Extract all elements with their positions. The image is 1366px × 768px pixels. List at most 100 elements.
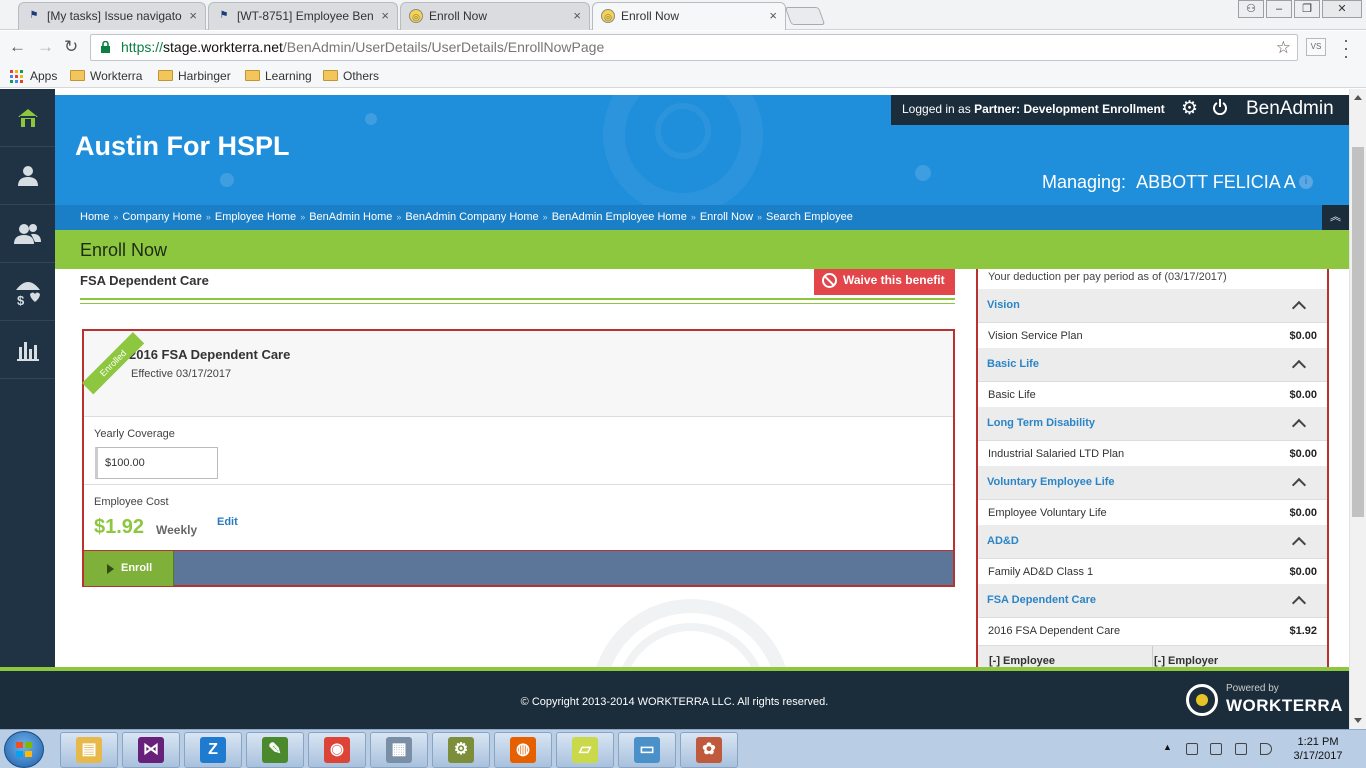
- restore-window-button[interactable]: ❐: [1294, 0, 1320, 18]
- browser-tab-my-tasks[interactable]: ⚑ [My tasks] Issue navigato ×: [18, 2, 206, 30]
- chevron-up-icon[interactable]: [1291, 359, 1307, 375]
- chevron-up-icon[interactable]: [1291, 418, 1307, 434]
- browser-menu-icon[interactable]: · · ·: [1343, 31, 1349, 65]
- summary-group-header[interactable]: AD&D: [978, 525, 1327, 559]
- breadcrumb-link[interactable]: BenAdmin Company Home: [405, 211, 538, 223]
- waive-benefit-button[interactable]: Waive this benefit: [814, 269, 955, 295]
- prohibited-icon: [822, 273, 837, 288]
- taskbar-app-paint[interactable]: ✿: [680, 732, 738, 768]
- nav-employees[interactable]: [0, 205, 55, 263]
- close-tab-icon[interactable]: ×: [573, 3, 581, 29]
- summary-group-header[interactable]: FSA Dependent Care: [978, 584, 1327, 618]
- network-icon[interactable]: [1235, 743, 1247, 755]
- summary-group: Vision Vision Service Plan $0.00: [978, 289, 1327, 348]
- taskbar-app-calculator[interactable]: ▦: [370, 732, 428, 768]
- summary-group-header[interactable]: Vision: [978, 289, 1327, 323]
- nav-employee[interactable]: [0, 147, 55, 205]
- scroll-up-icon[interactable]: [1354, 95, 1362, 100]
- breadcrumb-link[interactable]: BenAdmin Home: [309, 211, 392, 223]
- show-hidden-icons[interactable]: ▲: [1163, 742, 1172, 752]
- bookmark-label: Workterra: [90, 69, 143, 83]
- bookmark-apps[interactable]: Apps: [10, 68, 57, 84]
- edit-cost-link[interactable]: Edit: [217, 516, 238, 528]
- tray-device-icon[interactable]: [1210, 743, 1222, 755]
- scroll-down-icon[interactable]: [1354, 718, 1362, 723]
- chevron-up-icon[interactable]: [1291, 536, 1307, 552]
- minimize-window-button[interactable]: –: [1266, 0, 1292, 18]
- breadcrumb-link[interactable]: Employee Home: [215, 211, 296, 223]
- bookmark-workterra[interactable]: Workterra: [70, 68, 142, 84]
- bookmark-harbinger[interactable]: Harbinger: [158, 68, 231, 84]
- taskbar-app-sticky-notes[interactable]: ▱: [556, 732, 614, 768]
- info-icon[interactable]: i: [1299, 175, 1313, 189]
- deduction-summary-panel: Your deduction per pay period as of (03/…: [976, 269, 1329, 667]
- bookmark-star-icon[interactable]: ☆: [1276, 35, 1291, 60]
- nav-home[interactable]: [0, 89, 55, 147]
- collapse-header-button[interactable]: ︽: [1322, 205, 1349, 230]
- power-logout-icon[interactable]: [1213, 99, 1227, 115]
- jira-icon: ⚑: [29, 10, 39, 21]
- chevron-up-icon[interactable]: [1291, 300, 1307, 316]
- summary-group-header[interactable]: Basic Life: [978, 348, 1327, 382]
- bookmark-others[interactable]: Others: [323, 68, 379, 84]
- summary-group-header[interactable]: Voluntary Employee Life: [978, 466, 1327, 500]
- url-host: stage.workterra.net: [163, 39, 283, 55]
- new-tab-button[interactable]: [784, 7, 826, 25]
- breadcrumb-link[interactable]: Enroll Now: [700, 211, 753, 223]
- browser-tab-enroll-now[interactable]: ◎ Enroll Now ×: [400, 2, 590, 30]
- taskbar-app-zoho[interactable]: Z: [184, 732, 242, 768]
- system-clock[interactable]: 1:21 PM 3/17/2017: [1288, 735, 1348, 763]
- close-tab-icon[interactable]: ×: [189, 3, 197, 29]
- breadcrumb-bar: Home» Company Home» Employee Home» BenAdmin…: [55, 205, 1349, 230]
- toggle-employer[interactable]: [-] Employer: [1154, 655, 1218, 667]
- back-button[interactable]: ←: [9, 37, 26, 57]
- bookmark-label: Apps: [30, 69, 58, 83]
- settings-gear-icon[interactable]: ⚙: [1181, 99, 1198, 119]
- taskbar-app-project[interactable]: ✎: [246, 732, 304, 768]
- user-profile-icon[interactable]: ⚇: [1238, 0, 1264, 18]
- tab-label: [My tasks] Issue navigato: [47, 9, 182, 23]
- browser-tabstrip: ⚑ [My tasks] Issue navigato × ⚑ [WT-8751…: [0, 0, 1366, 30]
- close-window-button[interactable]: ✕: [1322, 0, 1362, 18]
- nav-reports[interactable]: [0, 321, 55, 379]
- taskbar-app-visual-studio[interactable]: ⋈: [122, 732, 180, 768]
- tray-flag-icon[interactable]: [1186, 743, 1198, 755]
- benefit-section-title: FSA Dependent Care: [80, 273, 209, 288]
- breadcrumb-link[interactable]: Home: [80, 211, 109, 223]
- plan-effective-date: Effective 03/17/2017: [131, 368, 232, 380]
- taskbar-app-chrome[interactable]: ◉: [308, 732, 366, 768]
- close-tab-icon[interactable]: ×: [769, 3, 777, 29]
- breadcrumb-link[interactable]: Company Home: [122, 211, 201, 223]
- bar-chart-icon: [16, 341, 39, 361]
- folder-icon: [70, 70, 85, 81]
- enroll-button[interactable]: Enroll: [84, 551, 174, 586]
- summary-plan-name: Basic Life: [988, 389, 1036, 401]
- browser-tab-enroll-now-active[interactable]: ◎ Enroll Now ×: [592, 2, 786, 30]
- bookmark-learning[interactable]: Learning: [245, 68, 312, 84]
- taskbar-app-notes[interactable]: ▭: [618, 732, 676, 768]
- breadcrumb-separator: »: [300, 212, 306, 222]
- scroll-thumb[interactable]: [1352, 147, 1364, 517]
- yearly-coverage-input[interactable]: $100.00: [95, 447, 218, 479]
- page-scrollbar[interactable]: [1349, 89, 1366, 729]
- taskbar-app-firefox[interactable]: ◍: [494, 732, 552, 768]
- summary-group-name: FSA Dependent Care: [987, 594, 1097, 606]
- taskbar-app-tools[interactable]: ⚙: [432, 732, 490, 768]
- taskbar-app-file-explorer[interactable]: ▤: [60, 732, 118, 768]
- chevron-up-icon[interactable]: [1291, 595, 1307, 611]
- start-button[interactable]: [4, 731, 44, 768]
- forward-button[interactable]: →: [37, 37, 54, 57]
- address-bar[interactable]: https://stage.workterra.net/BenAdmin/Use…: [90, 34, 1298, 61]
- summary-group-header[interactable]: Long Term Disability: [978, 407, 1327, 441]
- breadcrumb-link[interactable]: Search Employee: [766, 211, 853, 223]
- volume-icon[interactable]: [1260, 743, 1272, 755]
- browser-tab-wt-8751[interactable]: ⚑ [WT-8751] Employee Ben ×: [208, 2, 398, 30]
- nav-benefits[interactable]: $: [0, 263, 55, 321]
- toggle-employee[interactable]: [-] Employee: [989, 655, 1055, 667]
- tab-label: [WT-8751] Employee Ben: [237, 9, 374, 23]
- chevron-up-icon[interactable]: [1291, 477, 1307, 493]
- close-tab-icon[interactable]: ×: [381, 3, 389, 29]
- extension-icon[interactable]: VS: [1306, 38, 1326, 56]
- breadcrumb-link[interactable]: BenAdmin Employee Home: [552, 211, 687, 223]
- reload-button[interactable]: ↻: [64, 37, 78, 57]
